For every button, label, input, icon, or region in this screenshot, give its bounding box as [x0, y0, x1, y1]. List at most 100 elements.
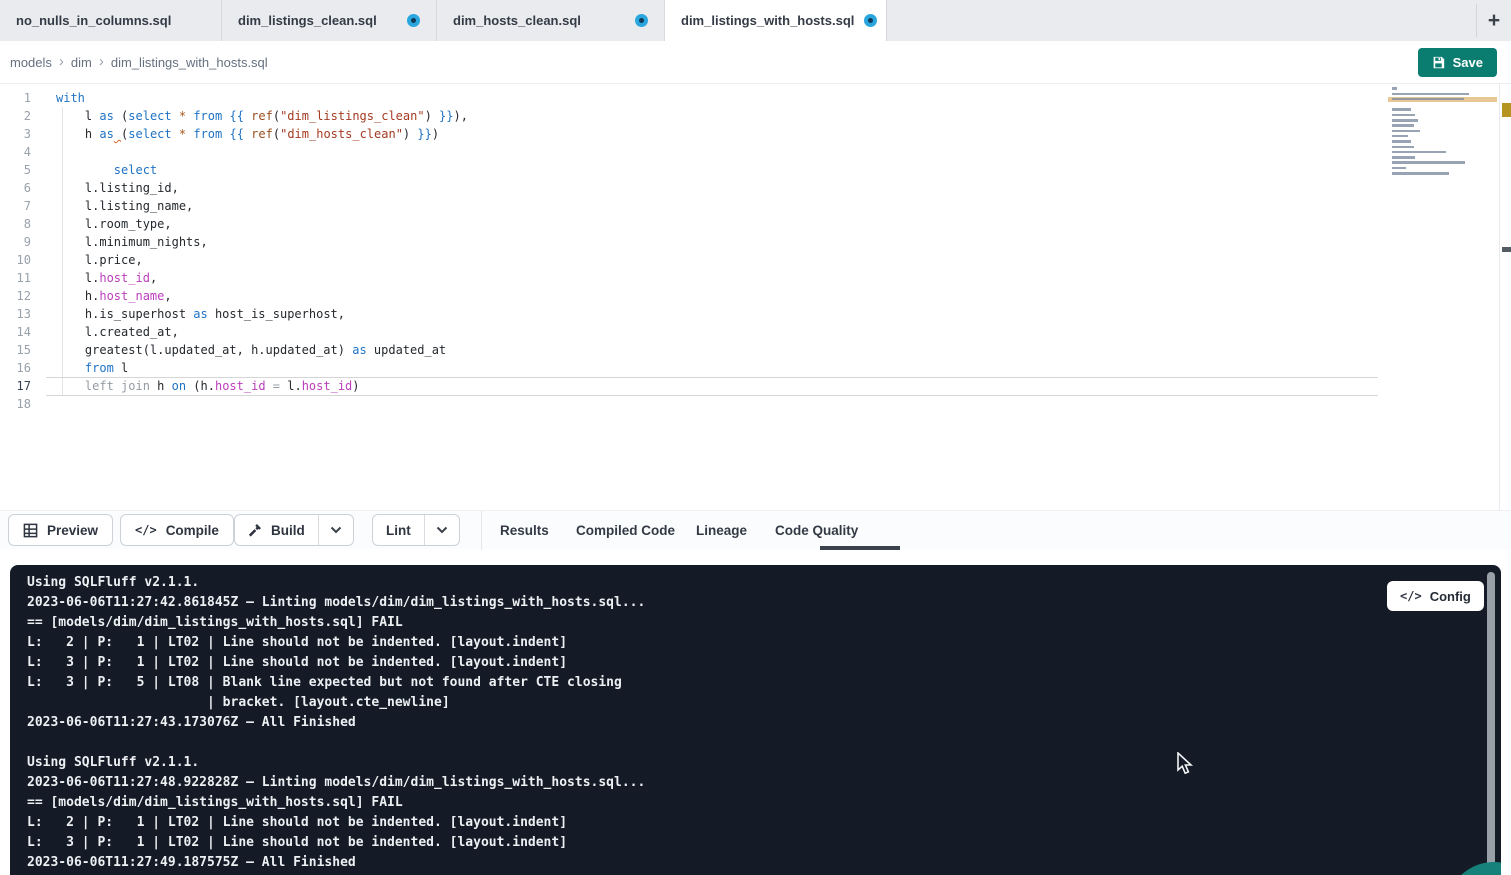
active-panel-tab-underline [820, 546, 900, 550]
code-line-6[interactable]: l.listing_id, [46, 179, 1378, 197]
line-number: 16 [0, 359, 46, 377]
line-number: 13 [0, 305, 46, 323]
build-dropdown-toggle[interactable] [318, 515, 353, 545]
minimap-line [1392, 156, 1415, 159]
file-tab-label: dim_hosts_clean.sql [453, 13, 581, 28]
overview-ruler-position-marker [1502, 247, 1511, 252]
code-line-5[interactable]: select [46, 161, 1378, 179]
save-floppy-icon [1432, 56, 1445, 69]
minimap-line [1392, 151, 1446, 154]
code-line-1[interactable]: with [46, 89, 1378, 107]
minimap-line [1392, 161, 1465, 164]
panel-tab-results[interactable]: Results [500, 511, 549, 550]
minimap-line [1392, 87, 1397, 90]
minimap-line [1392, 135, 1408, 138]
code-line-12[interactable]: h.host_name, [46, 287, 1378, 305]
minimap-line [1392, 119, 1418, 122]
breadcrumb-item[interactable]: models [10, 55, 52, 70]
panel-tab-code-quality[interactable]: Code Quality [775, 511, 858, 550]
file-tab-no_nulls_in_columns[interactable]: no_nulls_in_columns.sql [0, 0, 222, 41]
editor-right-separator [1499, 84, 1500, 510]
line-number: 1 [0, 89, 46, 107]
save-button[interactable]: Save [1418, 48, 1497, 77]
file-tab-dim_listings_clean[interactable]: dim_listings_clean.sql [222, 0, 437, 41]
minimap-line [1392, 140, 1411, 143]
file-tab-label: dim_listings_clean.sql [238, 13, 377, 28]
chevron-down-icon [436, 526, 448, 534]
code-line-16[interactable]: from l [46, 359, 1378, 377]
line-number: 18 [0, 395, 46, 413]
code-area[interactable]: with l as (select * from {{ ref("dim_lis… [46, 89, 1378, 413]
config-button[interactable]: </> Config [1387, 581, 1484, 611]
minimap[interactable] [1388, 86, 1497, 206]
minimap-line [1392, 146, 1414, 149]
file-tab-label: no_nulls_in_columns.sql [16, 13, 171, 28]
preview-button[interactable]: Preview [8, 514, 113, 546]
breadcrumb-row: models›dim›dim_listings_with_hosts.sql S… [0, 41, 1511, 84]
plus-icon: + [1488, 9, 1500, 33]
line-number: 4 [0, 143, 46, 161]
code-line-4[interactable] [46, 143, 1378, 161]
lint-button[interactable]: Lint [373, 515, 424, 545]
file-tab-dim_hosts_clean[interactable]: dim_hosts_clean.sql [437, 0, 665, 41]
line-number: 11 [0, 269, 46, 287]
line-number: 10 [0, 251, 46, 269]
code-line-2[interactable]: l as (select * from {{ ref("dim_listings… [46, 107, 1378, 125]
line-number: 6 [0, 179, 46, 197]
line-number: 8 [0, 215, 46, 233]
unsaved-changes-icon [407, 14, 420, 27]
code-line-17[interactable]: left join h on (h.host_id = l.host_id) [46, 377, 1378, 395]
terminal-scrollbar[interactable] [1487, 572, 1495, 870]
compile-button[interactable]: </> Compile [120, 514, 234, 546]
code-line-11[interactable]: l.host_id, [46, 269, 1378, 287]
code-line-18[interactable] [46, 395, 1378, 413]
tabbar-filler [887, 0, 1476, 41]
lint-dropdown-toggle[interactable] [424, 515, 459, 545]
new-tab-button[interactable]: + [1477, 0, 1511, 41]
code-line-13[interactable]: h.is_superhost as host_is_superhost, [46, 305, 1378, 323]
terminal-output: Using SQLFluff v2.1.1. 2023-06-06T11:27:… [27, 573, 645, 873]
build-button-group: Build [234, 514, 354, 546]
minimap-line [1392, 167, 1406, 170]
file-tab-label: dim_listings_with_hosts.sql [681, 13, 854, 28]
hammer-icon [248, 523, 262, 537]
file-tabbar: no_nulls_in_columns.sql dim_listings_clea… [0, 0, 1511, 41]
panel-tab-lineage[interactable]: Lineage [696, 511, 747, 550]
code-line-10[interactable]: l.price, [46, 251, 1378, 269]
line-number: 17 [0, 377, 46, 395]
code-line-8[interactable]: l.room_type, [46, 215, 1378, 233]
code-brackets-icon: </> [135, 523, 157, 537]
chevron-down-icon [330, 526, 342, 534]
file-tab-dim_listings_with_hosts[interactable]: dim_listings_with_hosts.sql [665, 0, 887, 41]
preview-grid-icon [23, 523, 38, 538]
code-line-7[interactable]: l.listing_name, [46, 197, 1378, 215]
breadcrumb: models›dim›dim_listings_with_hosts.sql [10, 54, 268, 71]
minimap-line [1392, 114, 1415, 117]
code-brackets-icon: </> [1400, 589, 1422, 603]
build-button[interactable]: Build [235, 515, 318, 545]
line-number: 15 [0, 341, 46, 359]
minimap-line [1392, 124, 1414, 127]
chevron-right-icon: › [59, 53, 64, 70]
code-line-14[interactable]: l.created_at, [46, 323, 1378, 341]
overview-ruler-warning-marker [1502, 103, 1511, 117]
minimap-line [1392, 93, 1469, 96]
line-number-gutter: 123456789101112131415161718 [0, 89, 46, 413]
breadcrumb-item[interactable]: dim_listings_with_hosts.sql [111, 55, 268, 70]
code-line-9[interactable]: l.minimum_nights, [46, 233, 1378, 251]
code-editor[interactable]: 123456789101112131415161718 with l as (s… [0, 84, 1511, 510]
toolbar-divider [481, 511, 482, 550]
line-number: 14 [0, 323, 46, 341]
code-line-15[interactable]: greatest(l.updated_at, h.updated_at) as … [46, 341, 1378, 359]
action-toolbar: Preview </> Compile Build Lint ResultsCo [0, 510, 1511, 549]
line-number: 7 [0, 197, 46, 215]
breadcrumb-item[interactable]: dim [71, 55, 92, 70]
terminal-panel[interactable]: Using SQLFluff v2.1.1. 2023-06-06T11:27:… [10, 565, 1501, 875]
minimap-line [1392, 108, 1411, 111]
help-fab-button[interactable] [1446, 862, 1501, 875]
minimap-line [1392, 130, 1420, 133]
line-number: 2 [0, 107, 46, 125]
line-number: 3 [0, 125, 46, 143]
panel-tab-compiled-code[interactable]: Compiled Code [576, 511, 675, 550]
code-line-3[interactable]: h as (select * from {{ ref("dim_hosts_cl… [46, 125, 1378, 143]
